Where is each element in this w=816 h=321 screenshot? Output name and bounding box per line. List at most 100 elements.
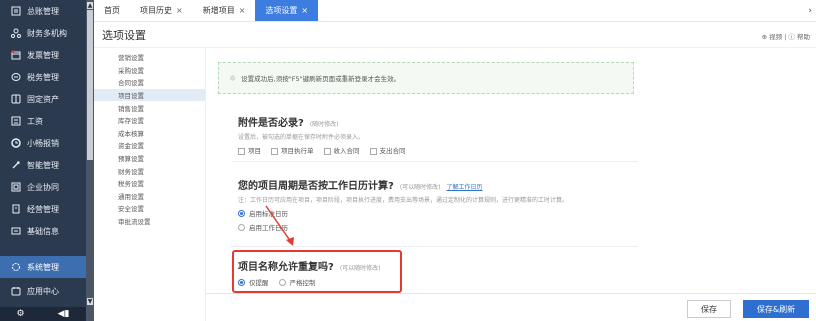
scroll-up-arrow-icon[interactable]: ▲ [87,2,93,9]
attachment-required-section: 附件是否必录? (随时修改) 设置后，被勾选的单据在保存时附件必须录入。 项目 项… [238,114,406,155]
tab-home[interactable]: 首页 [94,0,130,21]
tab-project-history[interactable]: 项目历史 × [130,0,193,21]
invoice-icon [10,50,21,61]
collapse-sidebar-icon[interactable]: ◀▮ [58,309,70,319]
tab-label: 项目历史 [140,5,172,15]
checkbox-income-contract[interactable]: 收入合同 [323,145,360,155]
settings-menu-item[interactable]: 通用设置 [94,190,205,203]
radio-standard-calendar[interactable]: 启用标准日历 [238,208,638,218]
sidebar-item-label: 财务多机构 [27,28,67,38]
sidebar-item-salary[interactable]: 工资 [0,110,86,132]
settings-menu-item[interactable]: 营销设置 [94,51,205,64]
tab-options-settings[interactable]: 选项设置 × [255,0,319,21]
save-and-refresh-button[interactable]: 保存&刷新 [743,300,809,318]
sidebar-item-label: 工资 [27,116,43,126]
scroll-down-arrow-icon[interactable]: ▼ [87,298,93,305]
page-header: 选项设置 ⊕ 视频 | ⓘ 帮助 [94,22,816,48]
checkbox-box[interactable] [323,147,331,155]
smart-icon [10,160,21,171]
sidebar-item-collab[interactable]: 企业协同 [0,176,86,198]
attachment-checkbox-group: 项目 项目执行单 收入合同 支出合同 [238,145,406,155]
work-calendar-section: 您的项目周期是否按工作日历计算? (可以随时修改) 了解工作日历 注：工作日历可应用… [238,177,638,232]
close-icon[interactable]: × [301,6,308,15]
notice-banner: ☼ 设置成功后,须按"F5"键刷新页面或重新登录才会生效。 [218,62,634,94]
close-icon[interactable]: × [176,6,183,15]
ledger-icon [10,6,21,17]
sidebar-item-invoice[interactable]: 发票管理 [0,44,86,66]
settings-menu-item[interactable]: 采购设置 [94,64,205,77]
collab-icon [10,182,21,193]
app-center-icon [10,286,21,297]
video-help-links[interactable]: ⊕ 视频 | ⓘ 帮助 [762,31,810,41]
settings-menu-item[interactable]: 销售设置 [94,101,205,114]
sidebar-item-org[interactable]: 财务多机构 [0,22,86,44]
settings-menu-item[interactable]: 预算设置 [94,152,205,165]
lightbulb-icon: ☼ [229,73,237,83]
close-icon[interactable]: × [239,6,246,15]
sidebar-item-tax[interactable]: 税务管理 [0,66,86,88]
settings-menu-item[interactable]: 财务设置 [94,164,205,177]
work-calendar-hint: (可以随时修改) [399,184,441,191]
sidebar-item-label: 企业协同 [27,182,59,192]
checkbox-project-execution[interactable]: 项目执行单 [271,145,314,155]
sidebar-item-system[interactable]: 系统管理 [0,256,86,278]
sidebar-item-asset[interactable]: 固定资产 [0,88,86,110]
settings-menu-item-active[interactable]: 项目设置 [94,88,205,102]
sidebar-item-reimburse[interactable]: 小畅报销 [0,132,86,154]
tab-label: 选项设置 [265,5,298,15]
tab-new-project[interactable]: 新增项目 × [193,0,256,21]
sidebar-item-label: 总账管理 [27,6,59,16]
page-title: 选项设置 [102,28,146,42]
settings-menu-item[interactable]: 合同设置 [94,76,205,89]
basic-info-icon [10,226,21,237]
system-icon [10,262,21,273]
settings-menu-item[interactable]: 库存设置 [94,114,205,127]
checkbox-expense-contract[interactable]: 支出合同 [369,145,406,155]
checkbox-box[interactable] [369,147,377,155]
settings-menu-item[interactable]: 税务设置 [94,177,205,190]
settings-menu-item[interactable]: 安全设置 [94,202,205,215]
save-button[interactable]: 保存 [687,300,731,318]
attachment-question: 附件是否必录? (随时修改) [238,118,339,129]
tab-scroll-right-icon[interactable]: › [808,6,812,16]
attachment-desc: 设置后，被勾选的单据在保存时附件必须录入。 [238,134,365,141]
checkbox-box[interactable] [238,147,245,155]
org-icon [10,28,21,39]
sidebar-scroll-thumb[interactable] [87,10,93,160]
tab-bar: 首页 项目历史 × 新增项目 × 选项设置 × › [94,0,816,22]
sidebar-item-basic-info[interactable]: 基础信息 [0,220,86,242]
tab-label: 新增项目 [202,5,235,15]
section-divider [232,246,638,247]
work-calendar-learn-link[interactable]: 了解工作日历 [447,184,483,191]
radio-button-checked[interactable] [238,209,245,217]
work-calendar-desc: 注：工作日历可应用在项目，项目阶段，项目执行进度，费用支出等场景，通过定制化的计… [238,197,569,204]
sidebar-item-label: 发票管理 [27,50,59,60]
sidebar-item-operation[interactable]: 经营管理 [0,198,86,220]
app-window: 总账管理 财务多机构 发票管理 税务管理 固定资产 工资 小畅报销 智能管理 企… [0,0,816,321]
footer-action-bar: 保存 保存&刷新 [206,293,816,321]
sidebar-item-app-center[interactable]: 应用中心 [0,280,86,302]
sidebar-item-label: 经营管理 [27,204,59,214]
attachment-hint: (随时修改) [309,121,339,128]
sidebar-item-label: 税务管理 [27,72,59,82]
tab-label: 首页 [104,5,120,15]
settings-menu-item[interactable]: 审批流设置 [94,215,205,228]
radio-button[interactable] [238,223,245,231]
section-divider [232,161,638,162]
reimburse-icon [10,138,21,149]
operation-icon [10,204,21,215]
notice-text: 设置成功后,须按"F5"键刷新页面或重新登录才会生效。 [241,75,401,83]
sidebar-item-smart[interactable]: 智能管理 [0,154,86,176]
sidebar-bottom-bar: ⚙ ◀▮ [0,307,86,321]
work-calendar-question: 您的项目周期是否按工作日历计算? (可以随时修改) 了解工作日历 [238,181,483,192]
checkbox-project[interactable]: 项目 [238,145,261,155]
settings-menu-item[interactable]: 成本核算 [94,127,205,140]
sidebar-item-ledger[interactable]: 总账管理 [0,0,86,22]
checkbox-box[interactable] [271,147,278,155]
radio-work-calendar[interactable]: 启用工作日历 [238,222,638,232]
sidebar-item-label: 智能管理 [27,160,59,170]
asset-icon [10,94,21,105]
settings-menu-item[interactable]: 资金设置 [94,139,205,152]
settings-gear-icon[interactable]: ⚙ [17,309,25,319]
tax-icon [10,72,21,83]
